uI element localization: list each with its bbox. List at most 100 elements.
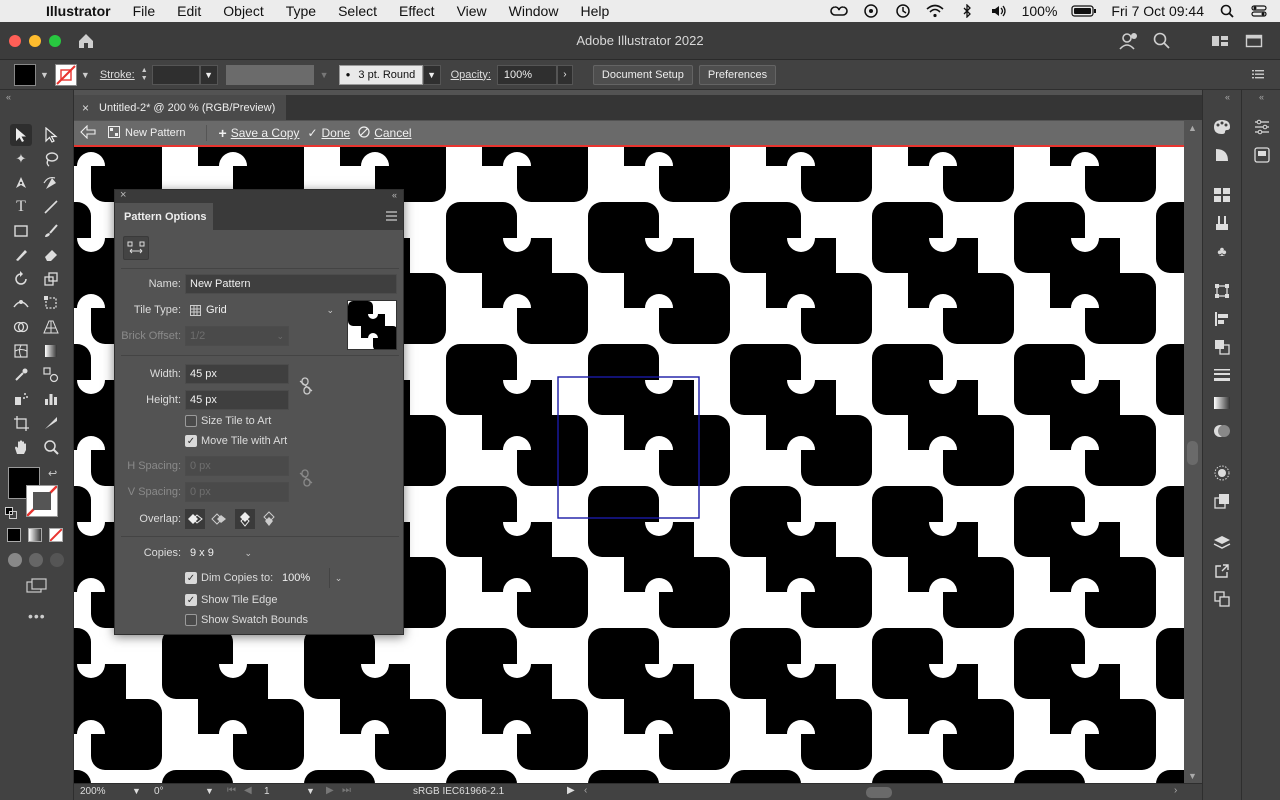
eraser-tool-icon[interactable]	[40, 244, 62, 266]
type-tool-icon[interactable]: T	[10, 196, 32, 218]
size-tile-to-art-label[interactable]: Size Tile to Art	[201, 415, 271, 427]
preferences-button[interactable]: Preferences	[698, 64, 777, 85]
zoom-tool-icon[interactable]	[40, 436, 62, 458]
left-in-front-icon[interactable]	[185, 509, 205, 529]
v-spacing-input[interactable]: 0 px	[185, 482, 289, 502]
user-help-icon[interactable]	[1118, 31, 1138, 54]
tile-type-select[interactable]: Grid ⌄	[185, 300, 339, 320]
edit-toolbar-icon[interactable]: •••	[28, 608, 46, 624]
scroll-right-icon[interactable]: ›	[1174, 785, 1177, 796]
save-copy-button[interactable]: Save a Copy	[231, 126, 300, 140]
swap-fill-stroke-icon[interactable]: ↩	[48, 467, 57, 480]
stroke-weight-dropdown[interactable]: ▼	[199, 64, 218, 85]
collapse-panel-icon[interactable]: «	[392, 190, 397, 200]
libraries-panel-icon[interactable]	[1253, 146, 1271, 164]
dim-copies-label[interactable]: Dim Copies to:	[201, 572, 273, 584]
zoom-level-field[interactable]: 200%	[80, 786, 106, 797]
right-in-front-icon[interactable]	[209, 509, 229, 529]
height-input[interactable]: 45 px	[185, 390, 289, 410]
mesh-tool-icon[interactable]	[10, 340, 32, 362]
link-proportions-icon[interactable]	[299, 377, 313, 398]
collapse-toolbar-icon[interactable]: «	[6, 92, 11, 102]
close-tab-icon[interactable]: ×	[82, 101, 89, 115]
fill-dropdown-icon[interactable]: ▼	[40, 70, 49, 80]
menu-help[interactable]: Help	[569, 3, 620, 19]
brush-definition-dropdown[interactable]: ▼	[422, 64, 441, 85]
layers-panel-icon[interactable]	[1213, 534, 1231, 552]
horizontal-scroll-thumb[interactable]	[866, 787, 892, 798]
cancel-button[interactable]: Cancel	[374, 126, 411, 140]
width-input[interactable]: 45 px	[185, 364, 289, 384]
asset-export-panel-icon[interactable]	[1213, 562, 1231, 580]
workspace-switcher-icon[interactable]	[1210, 31, 1230, 54]
copies-select[interactable]: 9 x 9 ⌄	[185, 543, 257, 563]
blend-tool-icon[interactable]	[40, 364, 62, 386]
artboards-panel-icon[interactable]	[1213, 590, 1231, 608]
h-spacing-input[interactable]: 0 px	[185, 456, 289, 476]
pattern-name-input[interactable]: New Pattern	[185, 274, 397, 294]
color-guide-icon[interactable]	[1213, 146, 1231, 164]
artboard-dropdown-icon[interactable]: ▼	[306, 786, 315, 796]
graphic-styles-panel-icon[interactable]	[1213, 492, 1231, 510]
lasso-tool-icon[interactable]	[40, 148, 62, 170]
menu-app-name[interactable]: Illustrator	[46, 3, 122, 19]
brush-definition-field[interactable]: ● 3 pt. Round	[338, 64, 423, 85]
search-icon[interactable]	[1152, 31, 1172, 54]
shaper-tool-icon[interactable]	[10, 244, 32, 266]
creative-cloud-icon[interactable]	[829, 4, 848, 18]
direct-selection-tool-icon[interactable]	[40, 124, 62, 146]
spotlight-search-icon[interactable]	[1218, 4, 1236, 18]
line-segment-tool-icon[interactable]	[40, 196, 62, 218]
perspective-grid-tool-icon[interactable]	[40, 316, 62, 338]
battery-icon[interactable]	[1071, 4, 1097, 18]
scroll-down-icon[interactable]: ▼	[1188, 771, 1197, 781]
panel-header[interactable]: × «	[115, 189, 403, 203]
menu-type[interactable]: Type	[275, 3, 327, 19]
stroke-color-swatch[interactable]	[26, 485, 58, 517]
draw-behind-icon[interactable]	[29, 553, 43, 567]
color-panel-icon[interactable]	[1213, 118, 1231, 136]
bottom-in-front-icon[interactable]	[259, 509, 279, 529]
menu-edit[interactable]: Edit	[166, 3, 212, 19]
rotate-tool-icon[interactable]	[10, 268, 32, 290]
arrange-documents-icon[interactable]	[1244, 31, 1264, 54]
free-transform-tool-icon[interactable]	[40, 292, 62, 314]
menu-view[interactable]: View	[446, 3, 498, 19]
menu-select[interactable]: Select	[327, 3, 388, 19]
tile-editor-button[interactable]	[123, 236, 149, 260]
show-tile-edge-checkbox[interactable]: ✓	[185, 594, 197, 606]
slice-tool-icon[interactable]	[40, 412, 62, 434]
opacity-arrow[interactable]: ›	[556, 64, 573, 85]
magic-wand-tool-icon[interactable]: ✦	[10, 148, 32, 170]
volume-icon[interactable]	[990, 4, 1008, 18]
scroll-thumb[interactable]	[1187, 441, 1198, 465]
opacity-field[interactable]: 100%	[496, 64, 557, 85]
screen-mode-icon[interactable]	[26, 578, 48, 597]
appearance-panel-icon[interactable]	[1213, 464, 1231, 482]
stroke-none-swatch[interactable]	[54, 63, 77, 86]
swatches-panel-icon[interactable]	[1213, 186, 1231, 204]
move-tile-with-art-label[interactable]: Move Tile with Art	[201, 435, 287, 447]
width-tool-icon[interactable]	[10, 292, 32, 314]
properties-panel-icon[interactable]	[1253, 118, 1271, 136]
gradient-tool-icon[interactable]	[40, 340, 62, 362]
previous-artboard-icon[interactable]: ◀	[244, 785, 252, 796]
menu-file[interactable]: File	[122, 3, 167, 19]
transparency-panel-icon[interactable]	[1213, 422, 1231, 440]
stroke-label[interactable]: Stroke:	[100, 69, 135, 81]
time-machine-icon[interactable]	[894, 4, 912, 18]
opacity-label[interactable]: Opacity:	[451, 69, 491, 81]
scroll-up-icon[interactable]: ▲	[1188, 123, 1197, 133]
pathfinder-panel-icon[interactable]	[1213, 338, 1231, 356]
pattern-options-tab[interactable]: Pattern Options	[115, 203, 213, 230]
transform-panel-icon[interactable]	[1213, 282, 1231, 300]
stroke-weight-field[interactable]	[151, 64, 200, 85]
fill-swatch[interactable]	[14, 63, 36, 86]
none-mode-icon[interactable]	[49, 528, 63, 542]
column-graph-tool-icon[interactable]	[40, 388, 62, 410]
done-button[interactable]: Done	[322, 126, 351, 140]
control-bar-menu-icon[interactable]	[1252, 68, 1264, 83]
hand-tool-icon[interactable]	[10, 436, 32, 458]
gradient-panel-icon[interactable]	[1213, 394, 1231, 412]
draw-normal-icon[interactable]	[8, 553, 22, 567]
